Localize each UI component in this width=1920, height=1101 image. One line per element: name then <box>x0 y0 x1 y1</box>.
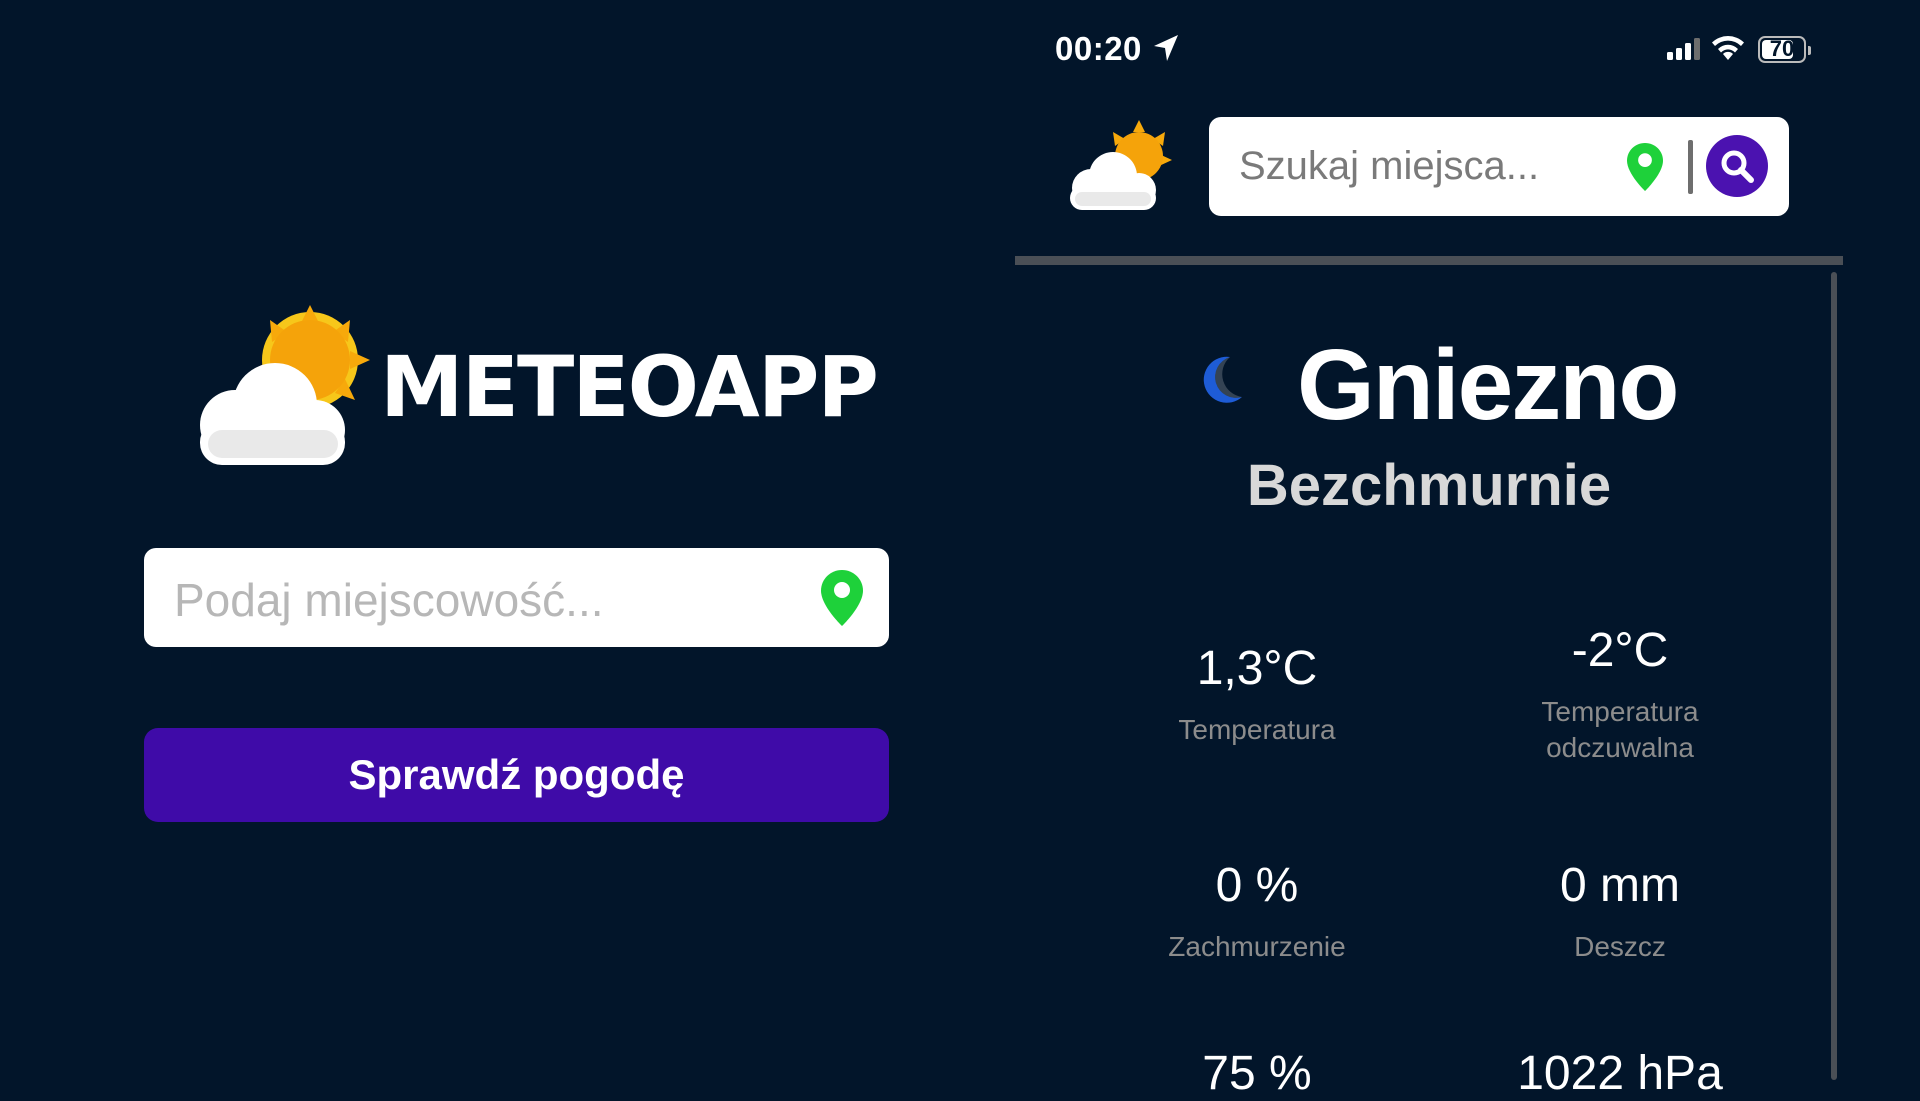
sun-cloud-icon[interactable] <box>1067 120 1172 210</box>
stat-value: 75 % <box>1202 1047 1312 1100</box>
stat-label: Zachmurzenie <box>1168 930 1346 962</box>
stat-cloudiness: 0 % Zachmurzenie <box>1077 859 1437 965</box>
city-input-placeholder: Podaj miejscowość... <box>174 574 604 626</box>
status-time: 00:20 <box>1055 30 1142 67</box>
sun-cloud-icon <box>200 305 370 465</box>
stat-label: Deszcz <box>1574 930 1666 962</box>
stat-value: 1022 hPa <box>1517 1047 1723 1100</box>
signal-icon <box>1667 38 1700 60</box>
search-divider <box>1688 140 1693 194</box>
wifi-icon <box>1712 36 1744 60</box>
search-button[interactable] <box>1706 135 1768 197</box>
location-arrow-icon <box>1154 35 1178 61</box>
stat-value: 0 % <box>1215 859 1299 912</box>
weather-condition: Bezchmurnie <box>1246 453 1612 518</box>
header-divider <box>1015 256 1843 265</box>
weather-card: Gniezno Bezchmurnie 1,3°C Temperatura -2… <box>1015 270 1843 1100</box>
stat-temperature: 1,3°C Temperatura <box>1077 642 1437 748</box>
meteoapp-logo: METEOAPP <box>190 305 879 475</box>
stat-label: Temperatura <box>1178 713 1336 745</box>
city-input[interactable]: Podaj miejscowość... <box>144 548 889 647</box>
stat-pressure: 1022 hPa <box>1440 1047 1800 1101</box>
location-pin-icon[interactable] <box>1627 143 1663 191</box>
stat-rain: 0 mm Deszcz <box>1440 859 1800 965</box>
welcome-panel: METEOAPP Podaj miejscowość... Sprawdź po… <box>0 0 1015 1080</box>
battery-icon: 70 <box>1758 36 1811 63</box>
stat-label: Temperatura odczuwalna <box>1541 695 1699 764</box>
status-bar: 00:20 70 <box>1015 0 1920 100</box>
brand-name: METEOAPP <box>380 338 879 436</box>
stat-value: 1,3°C <box>1196 642 1318 695</box>
stat-value: -2°C <box>1571 624 1669 677</box>
battery-level: 70 <box>1769 36 1795 61</box>
stat-value: 0 mm <box>1560 859 1680 912</box>
search-icon <box>1721 150 1754 183</box>
app-header: Szukaj miejsca... <box>1015 100 1920 270</box>
city-name: Gniezno <box>1297 329 1679 441</box>
location-pin-icon[interactable] <box>821 570 863 626</box>
place-search-input[interactable]: Szukaj miejsca... <box>1209 117 1789 216</box>
moon-icon <box>1203 356 1242 403</box>
stat-humidity: 75 % <box>1077 1047 1437 1101</box>
search-placeholder: Szukaj miejsca... <box>1239 144 1540 188</box>
stat-feels-like: -2°C Temperatura odczuwalna <box>1440 624 1800 767</box>
check-weather-button[interactable]: Sprawdź pogodę <box>144 728 889 822</box>
